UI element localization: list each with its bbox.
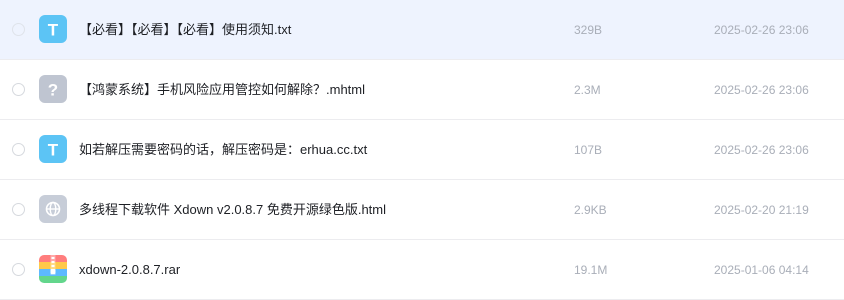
file-row[interactable]: T 【必看】【必看】【必看】使用须知.txt 329B 2025-02-26 2… xyxy=(0,0,844,60)
file-row[interactable]: T 如若解压需要密码的话，解压密码是：erhua.cc.txt 107B 202… xyxy=(0,120,844,180)
unknown-file-icon: ? xyxy=(39,75,67,103)
file-size: 2.3M xyxy=(574,83,601,97)
file-date: 2025-02-20 21:19 xyxy=(714,203,809,217)
globe-icon xyxy=(39,195,67,223)
file-name[interactable]: 【鸿蒙系统】手机风险应用管控如何解除？.mhtml xyxy=(79,82,365,98)
file-name[interactable]: 【必看】【必看】【必看】使用须知.txt xyxy=(79,22,291,38)
file-name[interactable]: xdown-2.0.8.7.rar xyxy=(79,262,180,278)
file-size: 2.9KB xyxy=(574,203,607,217)
file-date: 2025-01-06 04:14 xyxy=(714,263,809,277)
svg-text:T: T xyxy=(48,21,59,40)
file-name[interactable]: 如若解压需要密码的话，解压密码是：erhua.cc.txt xyxy=(79,142,367,158)
file-list: T 【必看】【必看】【必看】使用须知.txt 329B 2025-02-26 2… xyxy=(0,0,844,300)
select-radio[interactable] xyxy=(12,23,25,36)
file-date: 2025-02-26 23:06 xyxy=(714,83,809,97)
select-radio[interactable] xyxy=(12,263,25,276)
txt-file-icon: T xyxy=(39,15,67,43)
select-radio[interactable] xyxy=(12,83,25,96)
file-date: 2025-02-26 23:06 xyxy=(714,23,809,37)
file-size: 19.1M xyxy=(574,263,608,277)
txt-file-icon: T xyxy=(39,135,67,163)
svg-text:?: ? xyxy=(48,81,58,100)
archive-file-icon xyxy=(39,255,67,283)
file-date: 2025-02-26 23:06 xyxy=(714,143,809,157)
file-row[interactable]: 多线程下载软件 Xdown v2.0.8.7 免费开源绿色版.html 2.9K… xyxy=(0,180,844,240)
file-size: 107B xyxy=(574,143,603,157)
select-radio[interactable] xyxy=(12,203,25,216)
file-row[interactable]: xdown-2.0.8.7.rar 19.1M 2025-01-06 04:14 xyxy=(0,240,844,300)
svg-text:T: T xyxy=(48,141,59,160)
file-size: 329B xyxy=(574,23,603,37)
file-name[interactable]: 多线程下载软件 Xdown v2.0.8.7 免费开源绿色版.html xyxy=(79,202,386,218)
file-row[interactable]: ? 【鸿蒙系统】手机风险应用管控如何解除？.mhtml 2.3M 2025-02… xyxy=(0,60,844,120)
select-radio[interactable] xyxy=(12,143,25,156)
